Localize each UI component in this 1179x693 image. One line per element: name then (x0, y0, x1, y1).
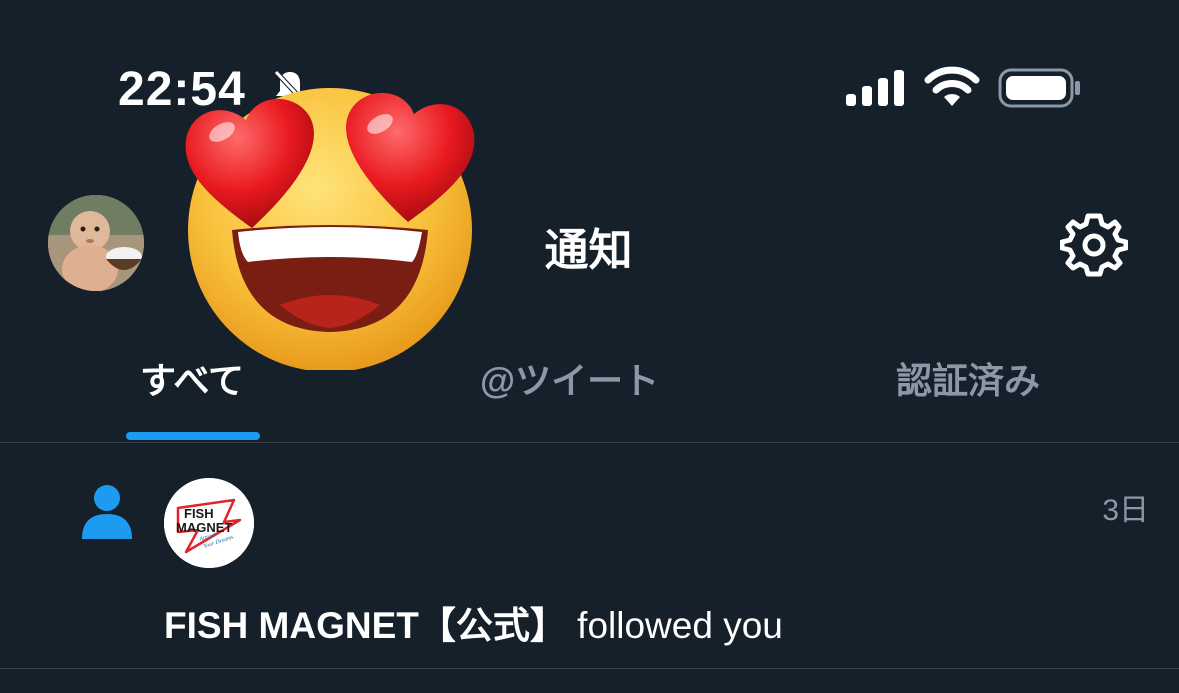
notification-text: FISH MAGNET【公式】 followed you (164, 595, 783, 649)
wifi-icon (924, 66, 980, 106)
notification-item[interactable]: FISH MAGNET Attract Your Dreams 3日 FISH … (0, 443, 1179, 669)
signal-icon (846, 70, 904, 106)
account-name[interactable]: FISH MAGNET【公式】 (164, 605, 567, 646)
notifications-screen: 22:54 通知 すべて @ツイート 認証済み FISH MAGNET Attr… (0, 0, 1179, 693)
status-bar: 22:54 (0, 0, 1179, 140)
page-title: 通知 (544, 226, 633, 275)
notification-timestamp: 3日 (1102, 494, 1149, 527)
logo-text-fish: FISH (184, 506, 214, 521)
tab-mentions[interactable]: @ツイート (480, 352, 659, 404)
battery-icon (998, 68, 1080, 108)
active-tab-indicator (126, 432, 260, 440)
notification-action: followed you (566, 605, 783, 646)
logo-text-magnet: MAGNET (176, 520, 232, 535)
tab-verified[interactable]: 認証済み (896, 352, 1040, 404)
person-icon (82, 485, 132, 539)
heart-eyes-emoji-icon (185, 88, 475, 370)
fish-magnet-logo-icon: FISH MAGNET Attract Your Dreams (164, 478, 254, 568)
gear-icon[interactable] (1060, 210, 1128, 278)
follower-avatar[interactable]: FISH MAGNET Attract Your Dreams (164, 478, 254, 568)
notification-tabs: すべて @ツイート 認証済み (0, 340, 1179, 443)
